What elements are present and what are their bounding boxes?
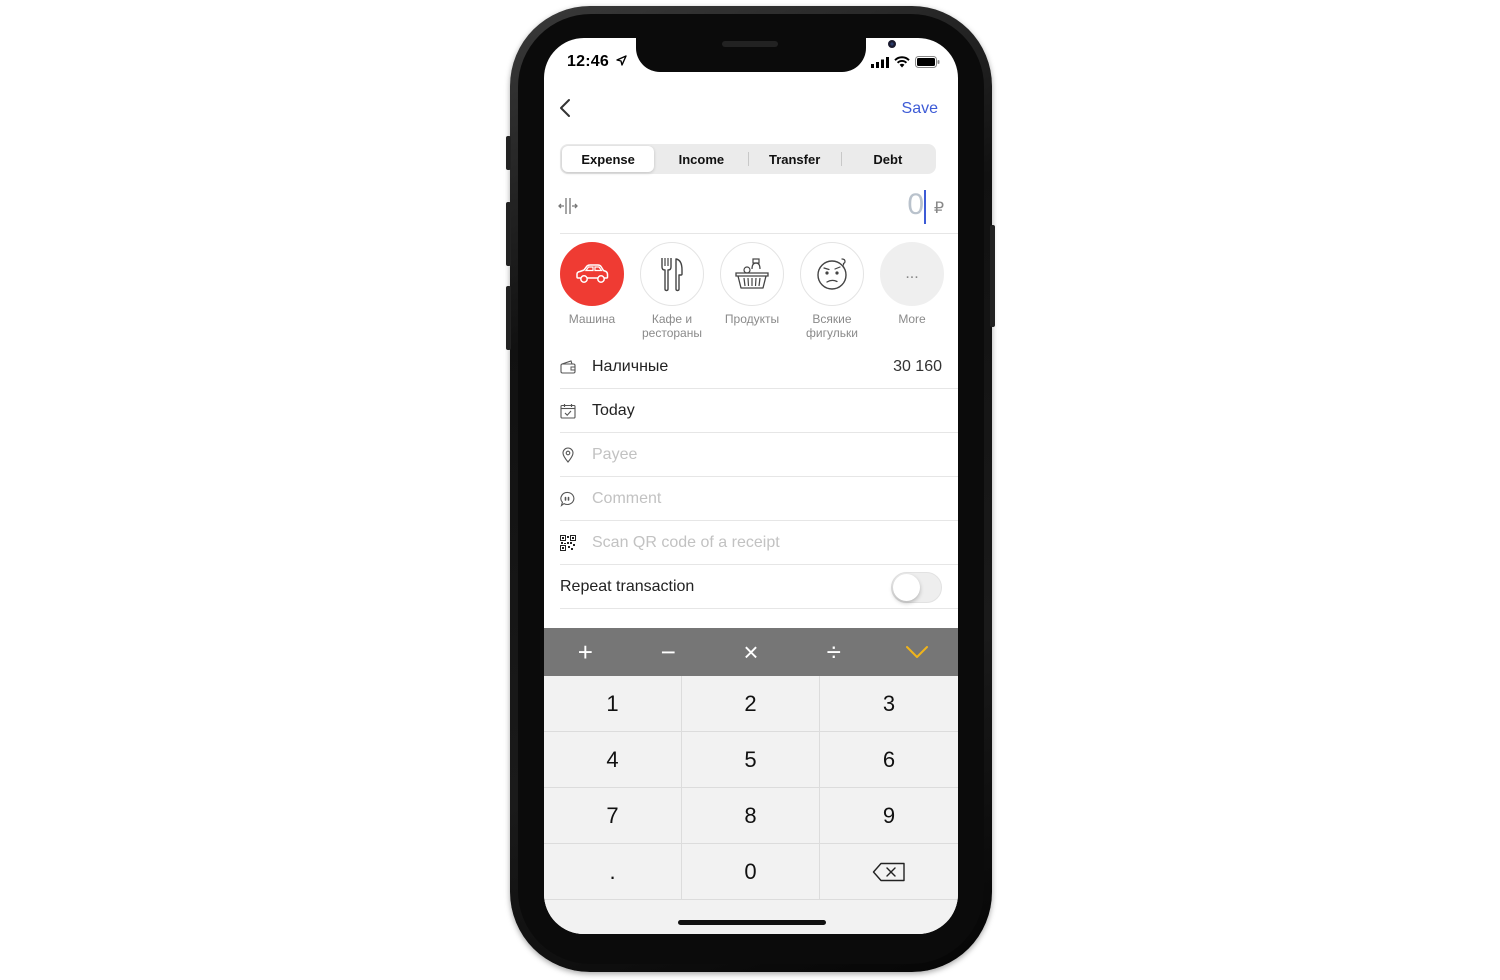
calendar-icon: [560, 403, 576, 419]
key-7[interactable]: 7: [544, 788, 682, 844]
currency-symbol: ₽: [933, 200, 944, 217]
account-name: Наличные: [592, 357, 669, 375]
amount-row[interactable]: 0 ₽: [558, 188, 958, 234]
mute-switch: [506, 136, 511, 170]
wallet-icon: [560, 359, 576, 375]
transaction-type-tabs: Expense Income Transfer Debt: [560, 144, 936, 174]
amount-value: 0: [907, 188, 924, 221]
category-misc[interactable]: Всякие фигульки: [792, 242, 872, 342]
key-2[interactable]: 2: [682, 676, 820, 732]
comment-icon: [560, 491, 576, 507]
category-groceries[interactable]: Продукты: [712, 242, 792, 342]
account-row[interactable]: Наличные 30 160: [560, 345, 958, 389]
category-label: More: [898, 312, 926, 326]
category-more[interactable]: ... More: [872, 242, 952, 342]
volume-up-button: [506, 202, 511, 266]
transaction-form: Наличные 30 160 Today Payee Comment Scan…: [560, 345, 958, 609]
screen: 12:46 Save Expense Income Transfer Debt …: [544, 38, 958, 934]
key-5[interactable]: 5: [682, 732, 820, 788]
power-button: [990, 225, 995, 327]
wifi-icon: [894, 56, 910, 68]
tab-income[interactable]: Income: [655, 146, 747, 172]
cellular-signal-icon: [871, 56, 889, 68]
date-row[interactable]: Today: [560, 389, 958, 433]
numeric-keypad: 1 2 3 4 5 6 7 8 9 . 0: [544, 676, 958, 902]
backspace-icon: [872, 862, 905, 881]
back-chevron-icon[interactable]: [554, 96, 578, 120]
key-0[interactable]: 0: [682, 844, 820, 900]
volume-down-button: [506, 286, 511, 350]
grocery-basket-icon: [735, 258, 769, 289]
home-indicator[interactable]: [678, 920, 826, 925]
category-icon-circle: [560, 242, 624, 306]
status-icons: [871, 56, 940, 68]
qr-code-icon: [560, 534, 576, 551]
repeat-label: Repeat transaction: [560, 577, 695, 595]
date-value: Today: [592, 401, 635, 419]
fork-knife-icon: [661, 258, 683, 292]
payee-row[interactable]: Payee: [560, 433, 958, 477]
category-label: Всякие фигульки: [806, 312, 858, 340]
category-label: Машина: [568, 312, 616, 326]
split-arrows-icon[interactable]: [558, 196, 578, 216]
notch: [636, 38, 896, 72]
backspace-button[interactable]: [820, 844, 958, 900]
category-carousel: Машина Кафе и рестораны Продукты Всякие …: [552, 242, 952, 342]
key-decimal[interactable]: .: [544, 844, 682, 900]
operator-bar: + − × ÷: [544, 628, 958, 676]
key-3[interactable]: 3: [820, 676, 958, 732]
category-car[interactable]: Машина: [552, 242, 632, 342]
key-1[interactable]: 1: [544, 676, 682, 732]
comment-input[interactable]: Comment: [592, 490, 661, 508]
divide-button[interactable]: ÷: [792, 628, 875, 676]
category-cafe[interactable]: Кафе и рестораны: [632, 242, 712, 342]
multiply-button[interactable]: ×: [710, 628, 793, 676]
minus-button[interactable]: −: [627, 628, 710, 676]
tab-debt[interactable]: Debt: [842, 146, 934, 172]
status-time-text: 12:46: [567, 53, 609, 70]
repeat-toggle[interactable]: [891, 572, 942, 603]
tab-transfer[interactable]: Transfer: [749, 146, 841, 172]
category-icon-circle: [720, 242, 784, 306]
key-8[interactable]: 8: [682, 788, 820, 844]
ellipsis-icon: ...: [880, 242, 944, 306]
save-button[interactable]: Save: [902, 100, 938, 118]
category-icon-circle: [800, 242, 864, 306]
status-time: 12:46: [567, 53, 627, 71]
confused-face-icon: [817, 258, 847, 290]
chevron-down-icon: [905, 646, 928, 658]
text-cursor: [924, 190, 926, 224]
plus-button[interactable]: +: [544, 628, 627, 676]
speaker: [722, 41, 778, 47]
key-6[interactable]: 6: [820, 732, 958, 788]
repeat-row: Repeat transaction: [560, 565, 958, 609]
done-button[interactable]: [875, 628, 958, 676]
key-9[interactable]: 9: [820, 788, 958, 844]
comment-row[interactable]: Comment: [560, 477, 958, 521]
location-pin-icon: [560, 447, 576, 463]
qr-scan-row[interactable]: Scan QR code of a receipt: [560, 521, 958, 565]
toggle-knob: [893, 574, 920, 601]
keypad-safe-area: [544, 902, 958, 934]
location-arrow-icon: [615, 55, 627, 66]
category-icon-circle: [640, 242, 704, 306]
tab-expense[interactable]: Expense: [562, 146, 655, 172]
category-label: Кафе и рестораны: [642, 312, 702, 340]
payee-input[interactable]: Payee: [592, 446, 637, 464]
account-balance: 30 160: [893, 357, 942, 375]
category-label: Продукты: [724, 312, 780, 326]
key-4[interactable]: 4: [544, 732, 682, 788]
car-icon: [576, 264, 609, 283]
camera-icon: [888, 40, 896, 48]
qr-scan-label: Scan QR code of a receipt: [592, 533, 780, 551]
battery-icon: [915, 56, 940, 68]
